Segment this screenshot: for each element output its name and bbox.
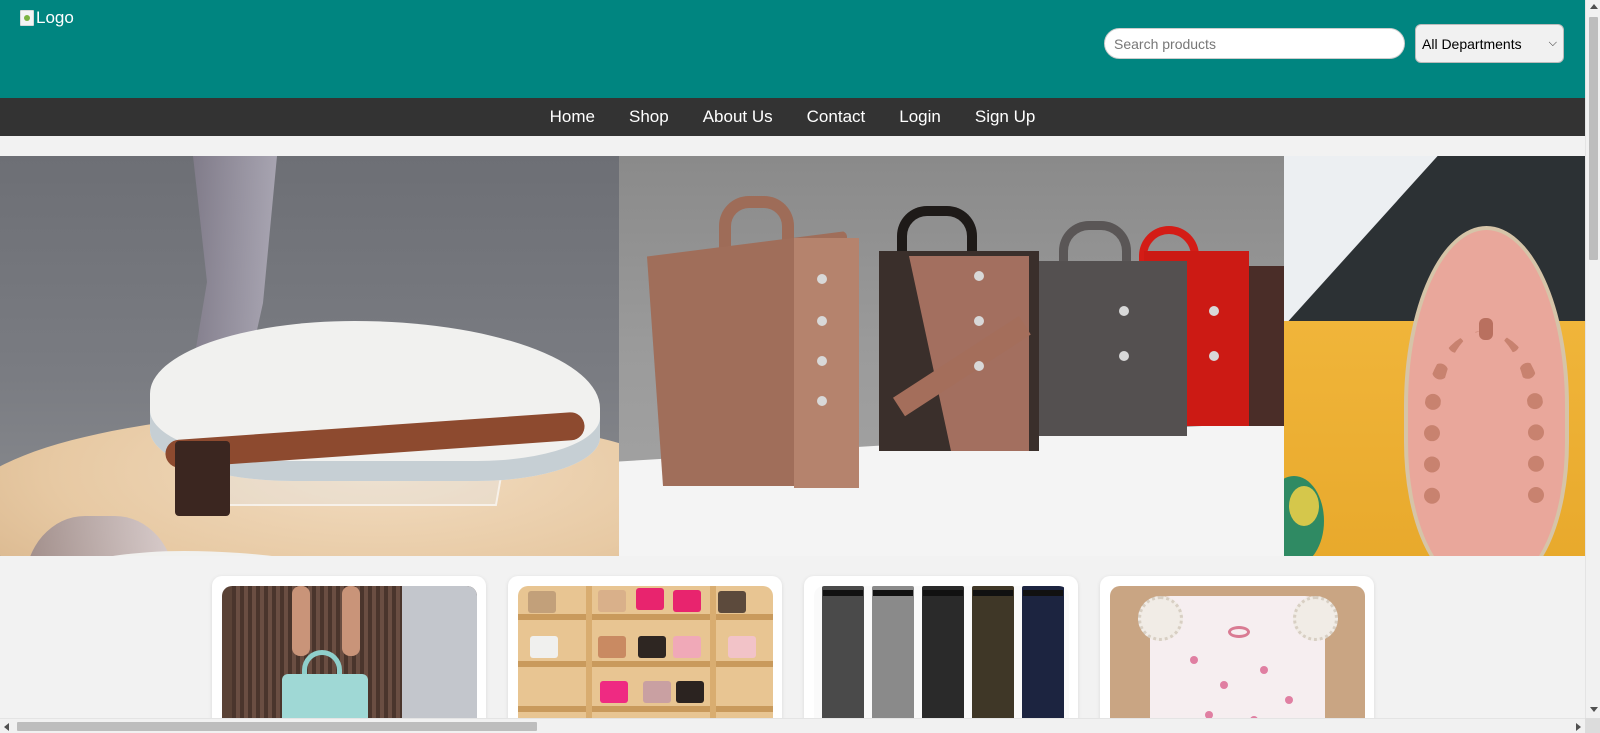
product-image[interactable] (814, 586, 1069, 718)
hero-banner[interactable] (0, 156, 1585, 556)
chevron-down-icon: ⌵ (1548, 37, 1557, 49)
hero-slide-handbags (619, 156, 1284, 556)
hero-slide-sandals (0, 156, 619, 556)
broken-image-icon (20, 10, 34, 26)
horizontal-scrollbar[interactable] (0, 718, 1585, 733)
product-grid (212, 576, 1374, 718)
product-card[interactable] (1100, 576, 1374, 718)
product-image[interactable] (222, 586, 477, 718)
nav-about-us[interactable]: About Us (686, 98, 790, 136)
scroll-up-icon[interactable] (1590, 4, 1598, 9)
page: Logo All Departments ⌵ Home Shop About U… (0, 0, 1585, 718)
department-select[interactable]: All Departments ⌵ (1415, 24, 1564, 63)
scrollbar-corner (1585, 718, 1600, 733)
scroll-right-icon[interactable] (1576, 723, 1581, 731)
vertical-scroll-thumb[interactable] (1589, 17, 1598, 260)
site-header: Logo All Departments ⌵ (0, 0, 1585, 98)
product-card[interactable] (508, 576, 782, 718)
nav-sign-up[interactable]: Sign Up (958, 98, 1052, 136)
logo[interactable]: Logo (20, 8, 74, 28)
hero-slide-flipflop (1284, 156, 1585, 556)
main-nav: Home Shop About Us Contact Login Sign Up (0, 98, 1585, 136)
scroll-down-icon[interactable] (1590, 707, 1598, 712)
logo-alt-text: Logo (36, 8, 74, 27)
product-card[interactable] (212, 576, 486, 718)
product-card[interactable] (804, 576, 1078, 718)
horizontal-scroll-thumb[interactable] (17, 722, 537, 731)
product-image[interactable] (518, 586, 773, 718)
product-image[interactable] (1110, 586, 1365, 718)
vertical-scrollbar[interactable] (1585, 0, 1600, 718)
nav-shop[interactable]: Shop (612, 98, 686, 136)
nav-home[interactable]: Home (533, 98, 612, 136)
department-select-value: All Departments (1422, 35, 1522, 52)
nav-contact[interactable]: Contact (790, 98, 883, 136)
scroll-left-icon[interactable] (4, 723, 9, 731)
search-input[interactable] (1104, 28, 1405, 59)
nav-login[interactable]: Login (882, 98, 958, 136)
